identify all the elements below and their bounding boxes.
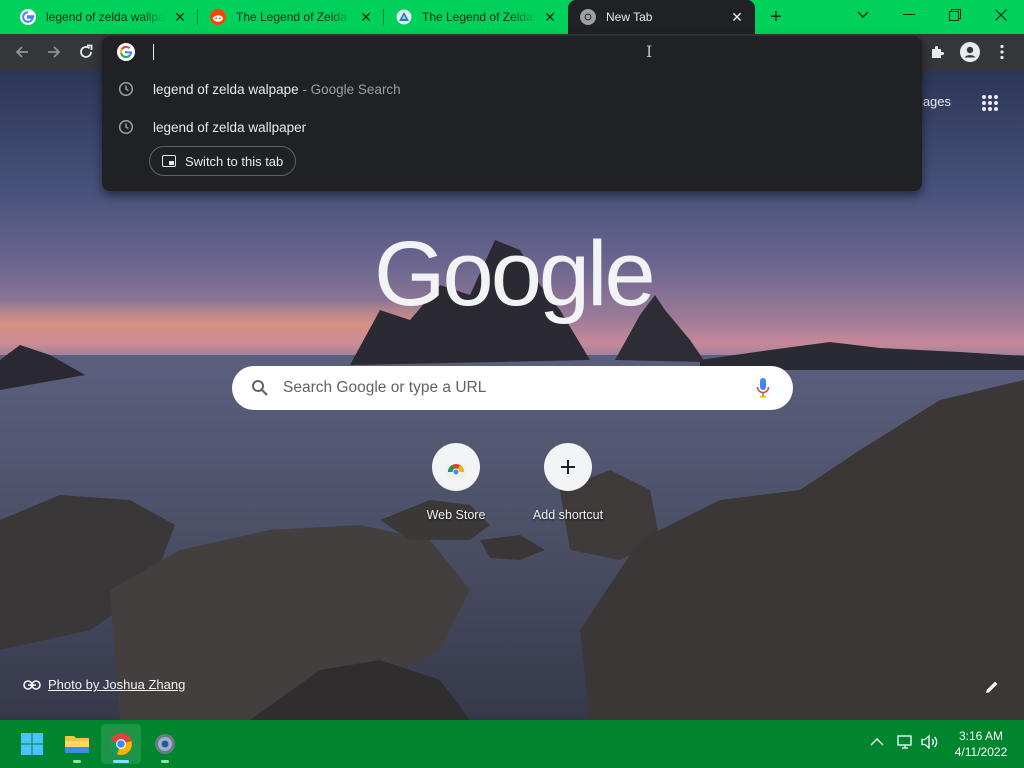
switch-to-tab-button[interactable]: Switch to this tab (149, 146, 297, 176)
volume-icon (921, 734, 938, 750)
forward-button[interactable] (40, 38, 68, 66)
tab-3[interactable]: The Legend of Zelda W ✕ (384, 0, 568, 34)
chrome-icon (580, 9, 596, 25)
link-icon (23, 679, 41, 690)
tab-title: The Legend of Zelda W (236, 10, 352, 24)
close-tab-icon[interactable]: ✕ (172, 9, 188, 25)
omnibox-suggestion[interactable]: legend of zelda walpape - Google Search (102, 71, 922, 107)
arrow-left-icon (15, 46, 28, 58)
search-input-placeholder[interactable]: Search Google or type a URL (283, 379, 486, 397)
taskbar-chrome[interactable] (101, 724, 141, 764)
tab-title: The Legend of Zelda W (422, 10, 536, 24)
arrow-right-icon (48, 46, 61, 58)
shortcut-tile (544, 443, 592, 491)
profile-button[interactable] (958, 40, 982, 64)
close-icon (995, 9, 1007, 21)
history-clock-icon (118, 81, 134, 97)
web-store-icon (447, 464, 465, 476)
shortcut-label: Add shortcut (532, 508, 604, 522)
voice-search-mic-icon[interactable] (756, 377, 770, 399)
windows-start-icon (21, 733, 43, 755)
tab-search-button[interactable] (840, 0, 886, 30)
running-indicator (73, 760, 81, 763)
suggestion-text-wrapper: legend of zelda walpape - Google Search (153, 82, 401, 97)
settings-icon (155, 734, 175, 754)
google-apps-icon[interactable] (981, 94, 999, 112)
minimize-button[interactable] (886, 0, 932, 30)
switch-to-tab-label: Switch to this tab (185, 153, 284, 169)
photo-credit-link[interactable]: Photo by Joshua Zhang (48, 677, 185, 692)
suggestion-text: legend of zelda wallpaper (153, 119, 307, 135)
close-tab-icon[interactable]: ✕ (358, 9, 374, 25)
close-tab-icon[interactable]: ✕ (542, 9, 558, 25)
running-indicator (113, 760, 129, 763)
start-button[interactable] (12, 724, 52, 764)
switch-tab-icon (162, 155, 176, 167)
chevron-down-icon (857, 11, 869, 18)
shortcut-tile (432, 443, 480, 491)
shortcut-web-store[interactable]: Web Store (400, 443, 512, 525)
clock-date: 4/11/2022 (954, 745, 1008, 759)
extensions-button[interactable] (926, 40, 950, 64)
reload-button[interactable] (72, 38, 100, 66)
taskbar-settings[interactable] (145, 724, 185, 764)
ntp-search-box[interactable]: Search Google or type a URL (232, 366, 793, 410)
network-button[interactable] (897, 734, 915, 753)
back-button[interactable] (8, 38, 36, 66)
plus-icon (561, 460, 575, 474)
shortcut-label: Web Store (426, 508, 486, 522)
taskbar-file-explorer[interactable] (57, 724, 97, 764)
kebab-menu-icon (1000, 44, 1004, 60)
tab-strip: legend of zelda wallpape ✕ The Legend of… (0, 0, 1024, 34)
puzzle-piece-icon (932, 46, 944, 58)
clock-time: 3:16 AM (958, 729, 1004, 743)
chrome-icon (109, 733, 132, 756)
shortcut-add[interactable]: Add shortcut (512, 443, 624, 525)
address-bar[interactable]: I (102, 36, 922, 68)
pencil-icon[interactable] (984, 679, 1000, 695)
file-explorer-icon (65, 736, 89, 753)
taskbar-clock[interactable]: 3:16 AM 4/11/2022 (948, 728, 1014, 760)
profile-avatar-icon (960, 42, 980, 62)
close-window-button[interactable] (978, 0, 1024, 30)
google-g-icon (117, 43, 135, 61)
suggestion-suffix: - Google Search (302, 81, 401, 97)
running-indicator (161, 760, 169, 763)
omnibox-suggestion[interactable]: legend of zelda wallpaper (102, 109, 922, 145)
close-tab-icon[interactable]: ✕ (729, 9, 745, 25)
tab-2[interactable]: The Legend of Zelda W ✕ (198, 0, 384, 34)
zelda-site-icon (396, 9, 412, 25)
windows-taskbar (0, 720, 1024, 768)
omnibox-dropdown: I legend of zelda walpape - Google Searc… (102, 36, 922, 191)
restore-button[interactable] (932, 0, 978, 30)
tab-4-active[interactable]: New Tab ✕ (568, 0, 755, 34)
network-icon (897, 735, 912, 749)
search-icon (252, 380, 268, 396)
minimize-icon (903, 14, 915, 15)
reddit-icon (210, 9, 226, 25)
history-clock-icon (118, 119, 134, 135)
reload-icon (80, 44, 93, 58)
mouse-ibeam-cursor: I (646, 42, 653, 61)
text-cursor (153, 44, 154, 60)
tab-title: New Tab (606, 10, 653, 24)
photo-attribution: Photo by Joshua Zhang (23, 677, 185, 692)
chevron-up-icon (870, 738, 884, 746)
google-logo: Google (374, 223, 656, 325)
menu-button[interactable] (990, 40, 1014, 64)
restore-icon (949, 9, 961, 21)
volume-button[interactable] (921, 734, 939, 753)
tab-title: legend of zelda wallpape (46, 10, 166, 24)
show-hidden-icons-button[interactable] (870, 734, 884, 750)
suggestion-text: legend of zelda walpape (153, 81, 299, 97)
tab-1[interactable]: legend of zelda wallpape ✕ (8, 0, 198, 34)
new-tab-button[interactable]: + (764, 5, 788, 29)
google-icon (20, 9, 36, 25)
